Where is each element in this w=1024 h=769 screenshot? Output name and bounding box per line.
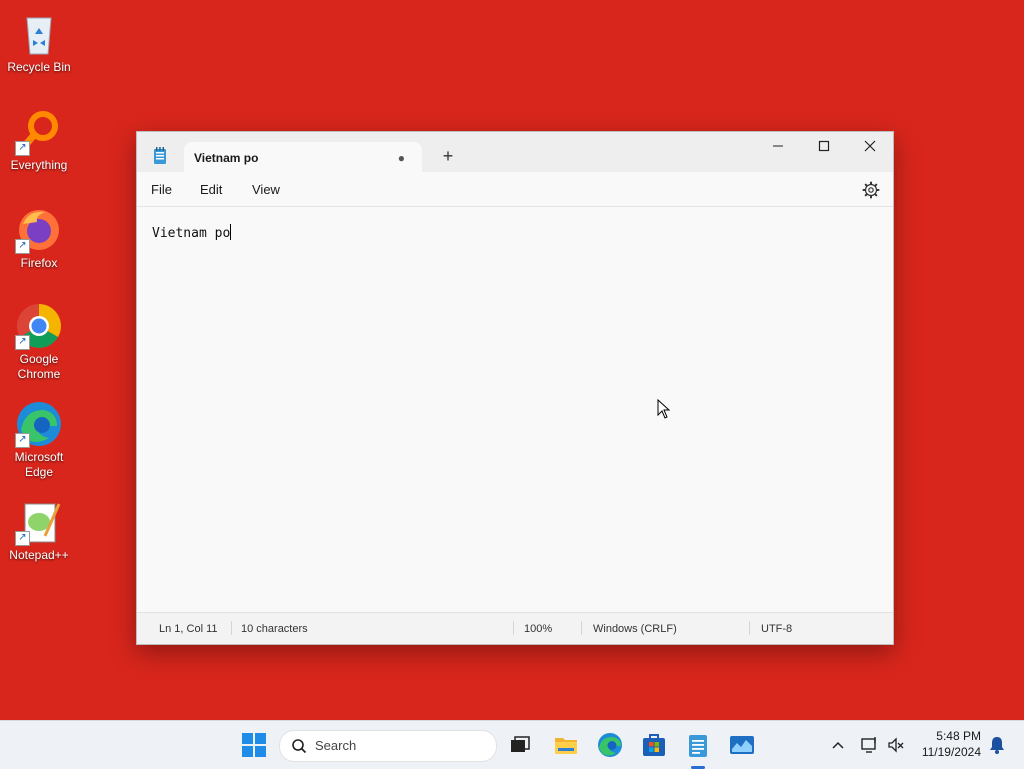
network-icon[interactable] [860,735,880,755]
task-view-icon [511,736,530,752]
editor-content[interactable]: Vietnam po [152,224,232,241]
chrome-icon: ↗ [15,302,63,350]
notepad-plus-plus-icon: ↗ [15,498,63,546]
title-bar[interactable]: Vietnam po ● + [137,132,893,174]
start-button[interactable] [240,731,268,759]
windows-logo-icon [242,733,266,757]
menu-edit[interactable]: Edit [200,182,222,197]
minimize-button[interactable] [755,132,801,162]
close-button[interactable] [847,132,893,162]
desktop-icon-recycle-bin[interactable]: Recycle Bin [4,10,74,75]
notification-bell-icon[interactable] [988,735,1008,755]
desktop-icon-notepad-plus-plus[interactable]: ↗ Notepad++ [4,498,74,563]
desktop-icon-label: Google Chrome [17,352,61,381]
desktop-icon-label: Notepad++ [9,548,69,562]
tab-vietnam-po[interactable]: Vietnam po ● [184,142,422,174]
unsaved-indicator-icon[interactable]: ● [398,151,405,165]
clock-date: 11/19/2024 [921,745,981,759]
shortcut-arrow-icon: ↗ [15,335,30,350]
status-divider [231,621,232,635]
folder-icon [555,738,577,754]
shortcut-arrow-icon: ↗ [15,141,30,156]
status-position: Ln 1, Col 11 [159,623,218,635]
status-characters: 10 characters [241,623,308,635]
search-placeholder: Search [315,738,357,753]
desktop-icon-edge[interactable]: ↗ Microsoft Edge [4,400,74,480]
settings-gear-icon[interactable] [861,180,881,200]
taskbar-microsoft-store[interactable] [640,731,668,759]
new-tab-button[interactable]: + [437,146,459,166]
shortcut-arrow-icon: ↗ [15,433,30,448]
menu-view[interactable]: View [252,182,280,197]
text-editor[interactable]: Vietnam po [137,207,893,611]
task-view-button[interactable] [506,731,534,759]
shortcut-arrow-icon: ↗ [15,239,30,254]
status-encoding[interactable]: UTF-8 [761,623,792,635]
status-bar: Ln 1, Col 11 10 characters 100% Windows … [137,612,893,644]
taskbar-clock[interactable]: 5:48 PM 11/19/2024 [922,728,981,760]
taskbar-file-explorer[interactable] [552,731,580,759]
edge-icon: ↗ [15,400,63,448]
desktop-icon-chrome[interactable]: ↗ Google Chrome [4,302,74,382]
volume-muted-icon[interactable] [886,735,906,755]
menu-bar: File Edit View [137,174,893,207]
monitor-chart-icon [730,736,754,754]
taskbar-resource-monitor[interactable] [728,731,756,759]
status-divider [581,621,582,635]
text-caret [230,224,232,240]
mouse-pointer-icon [657,398,671,419]
status-line-ending[interactable]: Windows (CRLF) [593,623,677,635]
recycle-bin-icon [15,10,63,58]
status-divider [513,621,514,635]
taskbar-edge[interactable] [596,731,624,759]
editor-text: Vietnam po [152,226,231,241]
store-icon [643,734,665,756]
menu-file[interactable]: File [151,182,172,197]
search-icon [292,739,307,754]
desktop-icon-label: Recycle Bin [7,60,71,74]
desktop-icon-firefox[interactable]: ↗ Firefox [4,206,74,271]
notepad-app-icon [153,147,167,165]
notepad-window: Vietnam po ● + File Edit View Vietnam po… [136,131,894,645]
shortcut-arrow-icon: ↗ [15,531,30,546]
maximize-button[interactable] [801,132,847,162]
taskbar-notepad[interactable] [684,731,712,769]
everything-search-icon: ↗ [15,108,63,156]
firefox-icon: ↗ [15,206,63,254]
desktop-icon-label: Everything [10,158,68,172]
edge-icon [598,733,622,757]
taskbar-search-box[interactable]: Search [279,730,497,762]
desktop-icon-everything[interactable]: ↗ Everything [4,108,74,173]
notepad-icon [689,735,707,757]
status-divider [749,621,750,635]
desktop-icon-label: Microsoft Edge [14,450,64,479]
desktop-icon-label: Firefox [20,256,58,270]
show-hidden-icons-chevron-icon[interactable] [830,737,846,753]
tab-title: Vietnam po [194,151,259,165]
clock-time: 5:48 PM [936,729,981,743]
taskbar: Search 5:48 PM 11/19/2024 [0,720,1024,769]
status-zoom[interactable]: 100% [524,623,552,635]
